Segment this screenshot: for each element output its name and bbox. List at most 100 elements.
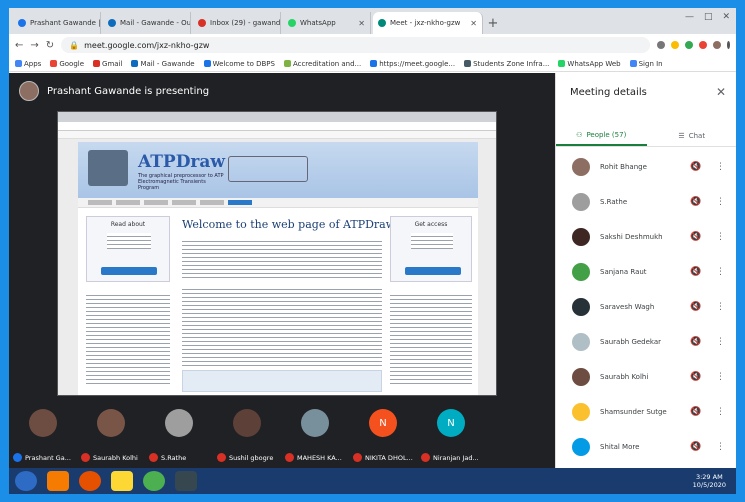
- more-options-icon[interactable]: ⋮: [716, 337, 725, 347]
- browser-window: Prashant Gawande | Maste✕Mail - Gawande …: [9, 8, 736, 468]
- bookmark-label: Gmail: [102, 59, 123, 68]
- participant-list: Rohit Bhange 🔇 ⋮ S.Rathe 🔇 ⋮ Sakshi Deshmukh 🔇 ⋮…: [556, 149, 736, 464]
- meeting-details-panel: Meeting details ✕ ⚇ People (57) ☰ Chat R…: [555, 73, 736, 468]
- participant-name: Saurabh Kolhi: [81, 453, 138, 462]
- tab-chat-label: Chat: [688, 131, 706, 140]
- mic-off-icon[interactable]: 🔇: [690, 162, 701, 172]
- participant-name: NIKITA DHOL...: [353, 453, 413, 462]
- menu-icon[interactable]: [727, 41, 730, 49]
- list-item[interactable]: Shital More 🔇 ⋮: [556, 429, 736, 464]
- mic-off-icon: [217, 453, 226, 462]
- minimize-icon[interactable]: —: [685, 12, 694, 22]
- shared-webpage: ATPDraw The graphical preprocessor to AT…: [78, 142, 478, 395]
- list-item[interactable]: S.Rathe 🔇 ⋮: [556, 184, 736, 219]
- close-icon[interactable]: ✕: [716, 85, 726, 99]
- mic-off-icon[interactable]: 🔇: [690, 407, 701, 417]
- tab-label: Meet - jxz-nkho-gzw: [390, 19, 461, 27]
- extension-icon[interactable]: [671, 41, 679, 49]
- mic-off-icon[interactable]: 🔇: [690, 337, 701, 347]
- bookmark-item[interactable]: Welcome to DBPS: [203, 60, 275, 68]
- participant-name: Sanjana Raut: [600, 267, 647, 276]
- list-item[interactable]: Rohit Bhange 🔇 ⋮: [556, 149, 736, 184]
- bookmark-item[interactable]: https://meet.google...: [370, 60, 455, 68]
- bookmark-item[interactable]: Students Zone Infra...: [464, 60, 549, 68]
- taskbar-app[interactable]: [47, 471, 69, 491]
- mic-off-icon[interactable]: 🔇: [690, 197, 701, 207]
- list-item[interactable]: Saravesh Wagh 🔇 ⋮: [556, 289, 736, 324]
- bookmark-item[interactable]: Gmail: [93, 60, 122, 68]
- mic-icon: [13, 453, 22, 462]
- mic-off-icon[interactable]: 🔇: [690, 372, 701, 382]
- participant-tile[interactable]: N NIKITA DHOL...: [349, 403, 417, 468]
- taskbar-app[interactable]: [175, 471, 197, 491]
- mic-off-icon[interactable]: 🔇: [690, 267, 701, 277]
- new-tab-button[interactable]: +: [485, 12, 501, 34]
- more-options-icon[interactable]: ⋮: [716, 232, 725, 242]
- close-icon[interactable]: ✕: [722, 12, 730, 22]
- reload-icon[interactable]: ↻: [46, 40, 54, 51]
- bookmark-item[interactable]: WhatsApp Web: [558, 60, 621, 68]
- list-item[interactable]: Shamsunder Sutge 🔇 ⋮: [556, 394, 736, 429]
- more-options-icon[interactable]: ⋮: [716, 407, 725, 417]
- browser-tab[interactable]: Meet - jxz-nkho-gzw ✕: [373, 12, 483, 34]
- back-icon[interactable]: ←: [15, 40, 23, 51]
- browser-tab[interactable]: Prashant Gawande | Maste✕: [13, 12, 101, 34]
- participant-tile[interactable]: MAHESH KA...: [281, 403, 349, 468]
- browser-tab[interactable]: Inbox (29) - gawande@T✕: [193, 12, 281, 34]
- taskbar-app[interactable]: [111, 471, 133, 491]
- avatar: [572, 297, 590, 316]
- bookmark-icon: [203, 60, 211, 67]
- browser-tab[interactable]: WhatsApp ✕: [283, 12, 371, 34]
- participant-tile[interactable]: Saurabh Kolhi: [77, 403, 145, 468]
- bookmark-item[interactable]: Accreditation and...: [283, 60, 361, 68]
- tab-chat[interactable]: ☰ Chat: [647, 125, 737, 146]
- bookmark-icon: [558, 60, 566, 67]
- more-options-icon[interactable]: ⋮: [716, 372, 725, 382]
- participant-tile[interactable]: N Niranjan Jad...: [417, 403, 485, 468]
- lock-icon: 🔒: [69, 40, 80, 50]
- bookmark-item[interactable]: Mail - Gawande: [131, 60, 195, 68]
- participant-tile[interactable]: Sushil gbogre: [213, 403, 281, 468]
- profile-avatar[interactable]: [713, 41, 721, 49]
- list-item[interactable]: Saurabh Gedekar 🔇 ⋮: [556, 324, 736, 359]
- more-options-icon[interactable]: ⋮: [716, 442, 725, 452]
- list-item[interactable]: Saurabh Kolhi 🔇 ⋮: [556, 359, 736, 394]
- more-options-icon[interactable]: ⋮: [716, 267, 725, 277]
- more-options-icon[interactable]: ⋮: [716, 197, 725, 207]
- close-tab-icon[interactable]: ✕: [358, 19, 365, 28]
- extension-icon[interactable]: [685, 41, 693, 49]
- star-icon[interactable]: [657, 41, 665, 49]
- more-options-icon[interactable]: ⋮: [716, 302, 725, 312]
- taskbar-app[interactable]: [143, 471, 165, 491]
- read-about-title: Read about: [110, 221, 146, 228]
- address-bar[interactable]: 🔒 meet.google.com/jxz-nkho-gzw: [61, 37, 650, 53]
- avatar: [301, 409, 329, 437]
- tab-favicon-icon: [198, 19, 206, 27]
- list-item[interactable]: Sakshi Deshmukh 🔇 ⋮: [556, 219, 736, 254]
- bookmark-icon: [93, 60, 101, 67]
- bookmarks-bar: Apps Google Gmail Mail - Gawande Welcome to …: [9, 56, 736, 72]
- start-button[interactable]: [15, 471, 37, 491]
- mic-off-icon[interactable]: 🔇: [690, 232, 701, 242]
- list-item[interactable]: Sanjana Raut 🔇 ⋮: [556, 254, 736, 289]
- browser-tab[interactable]: Mail - Gawande - Outlook✕: [103, 12, 191, 34]
- participant-label: Sushil gbogre: [229, 453, 274, 462]
- bookmark-icon: [464, 60, 472, 67]
- bookmark-item[interactable]: Google: [50, 60, 84, 68]
- maximize-icon[interactable]: □: [704, 12, 713, 22]
- participant-name: Prashant Ga...: [13, 453, 71, 462]
- get-access-button: [405, 267, 461, 275]
- more-options-icon[interactable]: ⋮: [716, 162, 725, 172]
- bookmark-item[interactable]: Sign In: [629, 60, 663, 68]
- mic-off-icon[interactable]: 🔇: [690, 302, 701, 312]
- tab-people[interactable]: ⚇ People (57): [556, 125, 647, 146]
- participant-label: Prashant Ga...: [25, 453, 71, 462]
- forward-icon[interactable]: →: [30, 40, 38, 51]
- participant-tile[interactable]: S.Rathe: [145, 403, 213, 468]
- extension-icon[interactable]: [699, 41, 707, 49]
- bookmark-item[interactable]: Apps: [15, 60, 41, 68]
- mic-off-icon[interactable]: 🔇: [690, 442, 701, 452]
- participant-tile[interactable]: Prashant Ga...: [9, 403, 77, 468]
- close-tab-icon[interactable]: ✕: [470, 19, 477, 28]
- taskbar-app[interactable]: [79, 471, 101, 491]
